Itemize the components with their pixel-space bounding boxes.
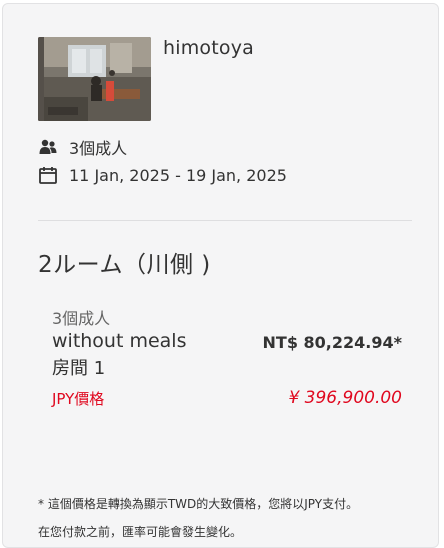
dates-row: 11 Jan, 2025 - 19 Jan, 2025 (38, 164, 287, 186)
hotel-name: himotoya (163, 37, 255, 59)
people-icon (38, 137, 58, 157)
footnote-line-2: 在您付款之前，匯率可能會發生變化。 (38, 525, 243, 539)
calendar-icon (38, 165, 58, 185)
hotel-photo (38, 37, 151, 121)
divider (38, 220, 412, 221)
jpy-price-label: JPY價格 (52, 390, 105, 408)
room-guests: 3個成人 (52, 309, 111, 328)
footnote-line-1: * 這個價格是轉換為顯示TWD的大致價格，您將以JPY支付。 (38, 497, 359, 511)
price-jpy: ¥ 396,900.00 (288, 388, 402, 408)
dates-text: 11 Jan, 2025 - 19 Jan, 2025 (69, 165, 287, 185)
guests-row: 3個成人 (38, 136, 127, 158)
currency-footnote: * 這個價格是轉換為顯示TWD的大致價格，您將以JPY支付。 在您付款之前，匯率… (38, 490, 418, 546)
room-title: 2ルーム（川側 ) (38, 252, 211, 278)
room-number: 房間 1 (52, 358, 106, 379)
meal-plan: without meals (52, 330, 187, 352)
guests-text: 3個成人 (69, 139, 128, 158)
price-twd: NT$ 80,224.94* (262, 333, 402, 352)
booking-summary-card: himotoya 3個成人 11 Jan, 2025 - 19 Jan, 202… (2, 3, 439, 548)
